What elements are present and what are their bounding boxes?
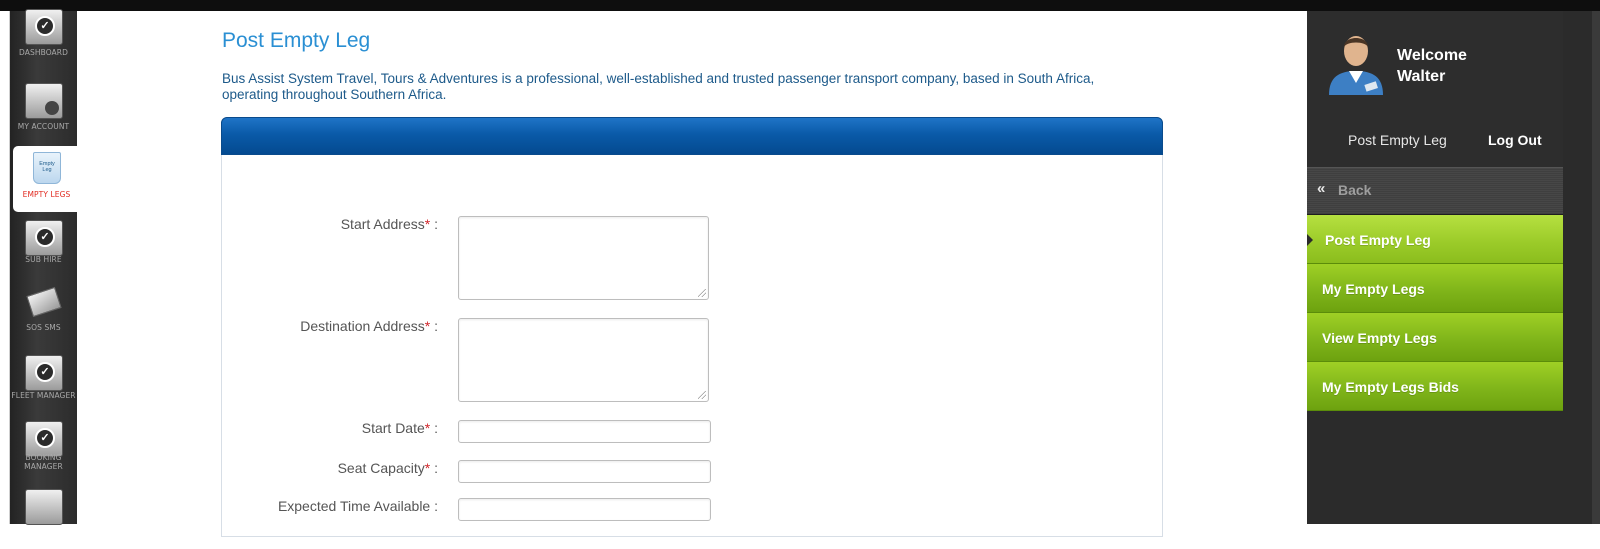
nav-item-fleet-manager[interactable]: ✓ FLEET MANAGER [10,349,77,415]
top-bar [0,0,1600,11]
nav-label: DASHBOARD [19,48,68,57]
menu-item-my-empty-legs-bids[interactable]: My Empty Legs Bids [1307,362,1563,411]
nav-label: SOS SMS [26,323,61,332]
nav-item-sub-hire[interactable]: ✓ SUB HIRE [10,214,77,280]
expected-time-label: Expected Time Available : [277,498,438,514]
empty-leg-bin-icon: Empty Leg [33,152,61,184]
menu-item-my-empty-legs[interactable]: My Empty Legs [1307,264,1563,313]
check-screen-icon: ✓ [25,355,63,391]
logout-link[interactable]: Log Out [1488,132,1542,148]
left-icon-sidebar: ✓ DASHBOARD MY ACCOUNT Empty Leg EMPTY L… [10,9,79,525]
right-sidebar: Welcome Walter Post Empty Leg Log Out « … [1307,11,1600,524]
left-gutter [0,11,10,524]
user-box: Welcome Walter Post Empty Leg Log Out [1307,11,1563,167]
resize-handle-icon[interactable] [698,391,706,399]
sidebar-edge [1592,11,1600,524]
expected-time-field[interactable] [458,498,711,521]
main-content: Post Empty Leg Bus Assist System Travel,… [77,11,1307,537]
back-label: Back [1338,182,1372,198]
current-page-link[interactable]: Post Empty Leg [1348,132,1447,148]
nav-item-dashboard[interactable]: ✓ DASHBOARD [10,3,77,69]
menu-item-view-empty-legs[interactable]: View Empty Legs [1307,313,1563,362]
nav-label: SUB HIRE [25,255,62,264]
welcome-text: Welcome Walter [1397,47,1467,85]
account-icon [25,489,63,525]
nav-label: EMPTY LEGS [22,190,71,199]
back-button[interactable]: « Back [1307,167,1563,215]
envelope-icon [25,285,63,321]
user-avatar-icon [1325,29,1387,95]
start-date-label: Start Date* : [361,420,438,436]
nav-label: MY ACCOUNT [17,122,70,131]
nav-item-sos-sms[interactable]: SOS SMS [10,281,77,347]
form-panel: Start Address* : Destination Address* : … [221,117,1163,537]
resize-handle-icon[interactable] [698,289,706,297]
start-date-field[interactable] [458,420,711,443]
seat-capacity-field[interactable] [458,460,711,483]
menu-item-post-empty-leg[interactable]: Post Empty Leg [1307,215,1563,264]
check-screen-icon: ✓ [25,9,63,45]
destination-address-label: Destination Address* : [300,318,438,334]
check-screen-icon: ✓ [25,220,63,256]
double-chevron-left-icon: « [1317,180,1326,197]
nav-item-my-account[interactable]: MY ACCOUNT [10,77,77,143]
destination-address-field[interactable] [458,318,709,402]
nav-item-more[interactable] [10,483,77,549]
seat-capacity-label: Seat Capacity* : [337,460,438,476]
menu-item-label: View Empty Legs [1322,330,1437,346]
panel-header [221,117,1163,155]
nav-label: BOOKING MANAGER [24,453,63,471]
menu-item-label: Post Empty Leg [1325,232,1431,248]
start-address-field[interactable] [458,216,709,300]
nav-item-booking-manager[interactable]: ✓ BOOKING MANAGER [10,415,77,481]
check-screen-icon: ✓ [25,421,63,457]
nav-label: FLEET MANAGER [11,391,76,400]
menu-item-label: My Empty Legs Bids [1322,379,1459,395]
active-arrow-icon [1307,234,1313,246]
intro-text: Bus Assist System Travel, Tours & Advent… [222,71,1095,102]
nav-item-empty-legs[interactable]: Empty Leg EMPTY LEGS [13,146,79,212]
account-icon [25,83,63,119]
page-title: Post Empty Leg [222,29,371,52]
menu-item-label: My Empty Legs [1322,281,1425,297]
start-address-label: Start Address* : [340,216,438,232]
